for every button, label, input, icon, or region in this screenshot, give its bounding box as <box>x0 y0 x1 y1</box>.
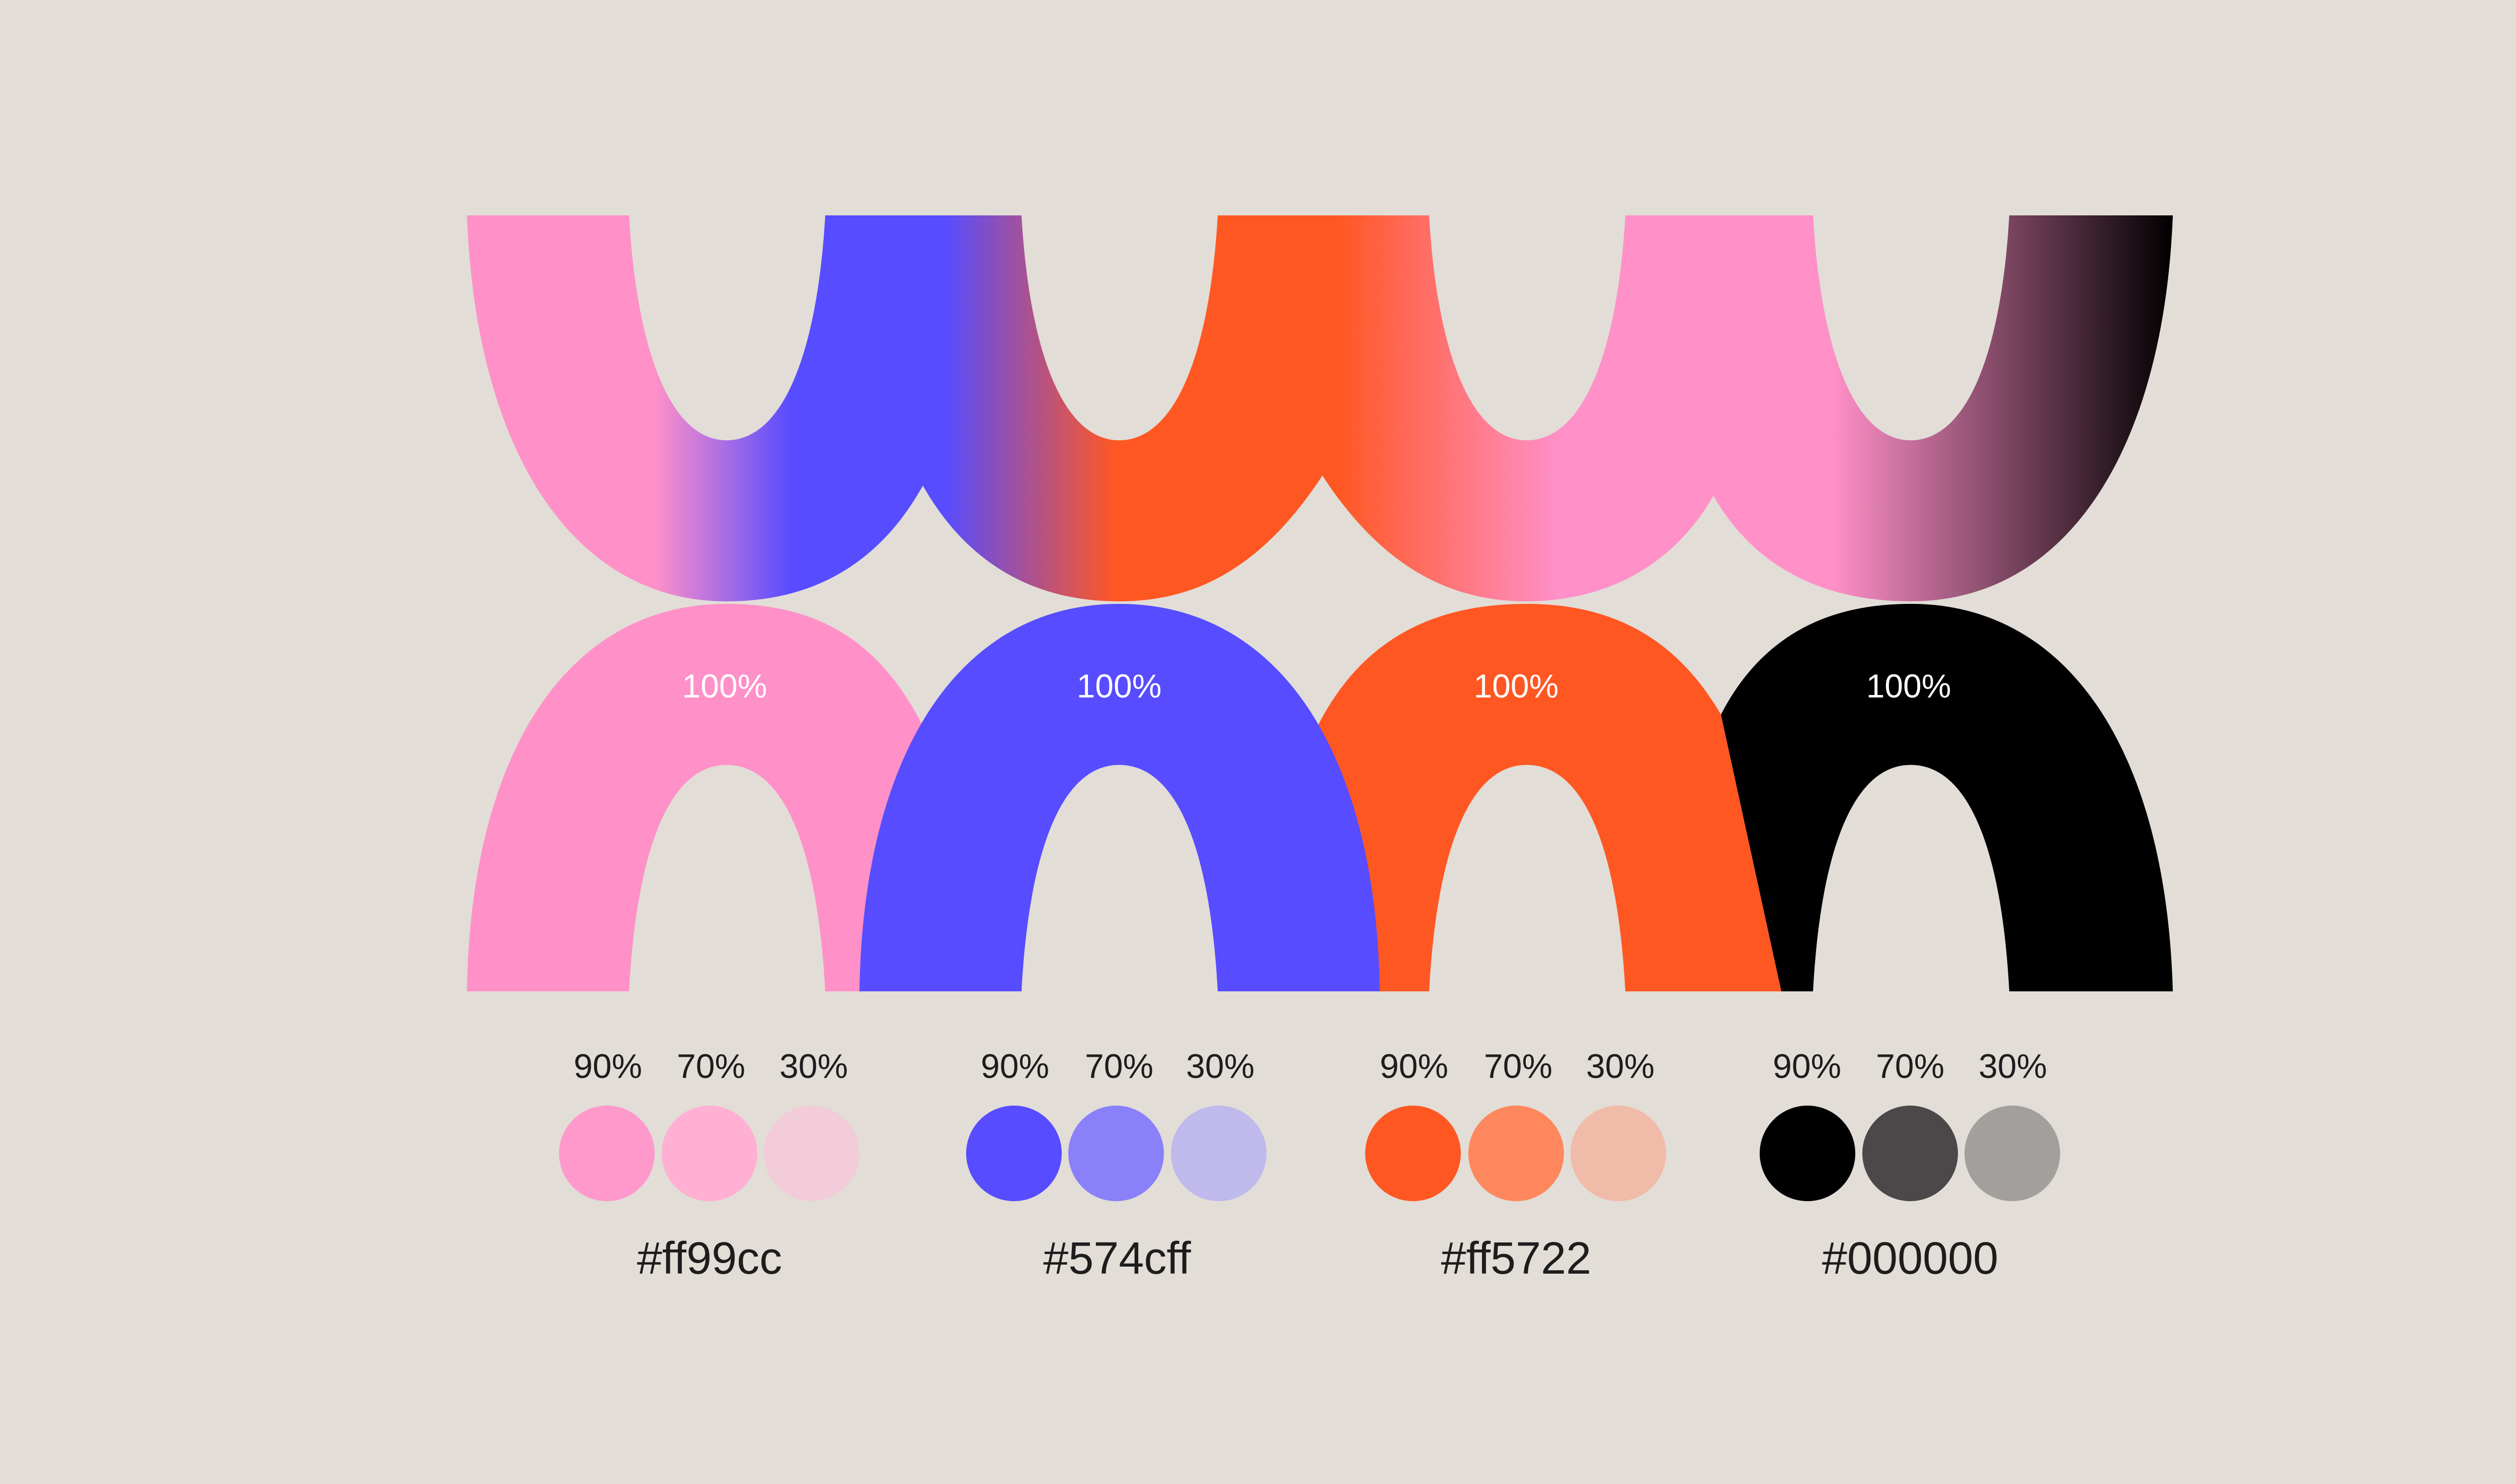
black-100-label: 100% <box>1866 667 1951 705</box>
top-wave-shape <box>467 215 2173 601</box>
pink-swatch-70 <box>662 1106 757 1201</box>
orange-arch <box>1318 604 1781 991</box>
black-shade-30-label: 30% <box>1978 1047 2048 1085</box>
orange-swatch-30 <box>1570 1106 1666 1201</box>
pink-100-label: 100% <box>682 667 767 705</box>
blue-shade-70-label: 70% <box>1084 1047 1154 1085</box>
black-swatch-70 <box>1862 1106 1958 1201</box>
pink-arch <box>467 604 923 991</box>
palette-canvas: 100% 100% 100% 100% 90% 70% 30% #ff99cc … <box>0 0 2516 1484</box>
orange-hex-code: #ff5722 <box>1441 1233 1592 1284</box>
blue-100-label: 100% <box>1076 667 1162 705</box>
blue-swatch-90 <box>966 1106 1062 1201</box>
black-shade-90-label: 90% <box>1772 1047 1842 1085</box>
pink-shade-70-label: 70% <box>676 1047 746 1085</box>
pink-shade-30-label: 30% <box>779 1047 848 1085</box>
black-arch <box>1721 604 2173 991</box>
pink-hex-code: #ff99cc <box>637 1233 782 1284</box>
black-hex-code: #000000 <box>1822 1233 1999 1284</box>
pink-swatch-90 <box>559 1106 655 1201</box>
orange-100-label: 100% <box>1473 667 1559 705</box>
blue-arch <box>859 604 1380 991</box>
orange-shade-30-label: 30% <box>1586 1047 1655 1085</box>
orange-shade-70-label: 70% <box>1483 1047 1553 1085</box>
blue-shade-90-label: 90% <box>980 1047 1050 1085</box>
orange-swatch-70 <box>1468 1106 1564 1201</box>
blue-swatch-30 <box>1171 1106 1267 1201</box>
black-swatch-30 <box>1964 1106 2060 1201</box>
pink-shade-90-label: 90% <box>573 1047 643 1085</box>
orange-shade-90-label: 90% <box>1379 1047 1449 1085</box>
pink-swatch-30 <box>764 1106 859 1201</box>
orange-swatch-90 <box>1365 1106 1461 1201</box>
blue-hex-code: #574cff <box>1043 1233 1191 1284</box>
blue-swatch-70 <box>1068 1106 1164 1201</box>
black-shade-70-label: 70% <box>1875 1047 1945 1085</box>
blue-shade-30-label: 30% <box>1186 1047 1255 1085</box>
black-swatch-90 <box>1760 1106 1855 1201</box>
